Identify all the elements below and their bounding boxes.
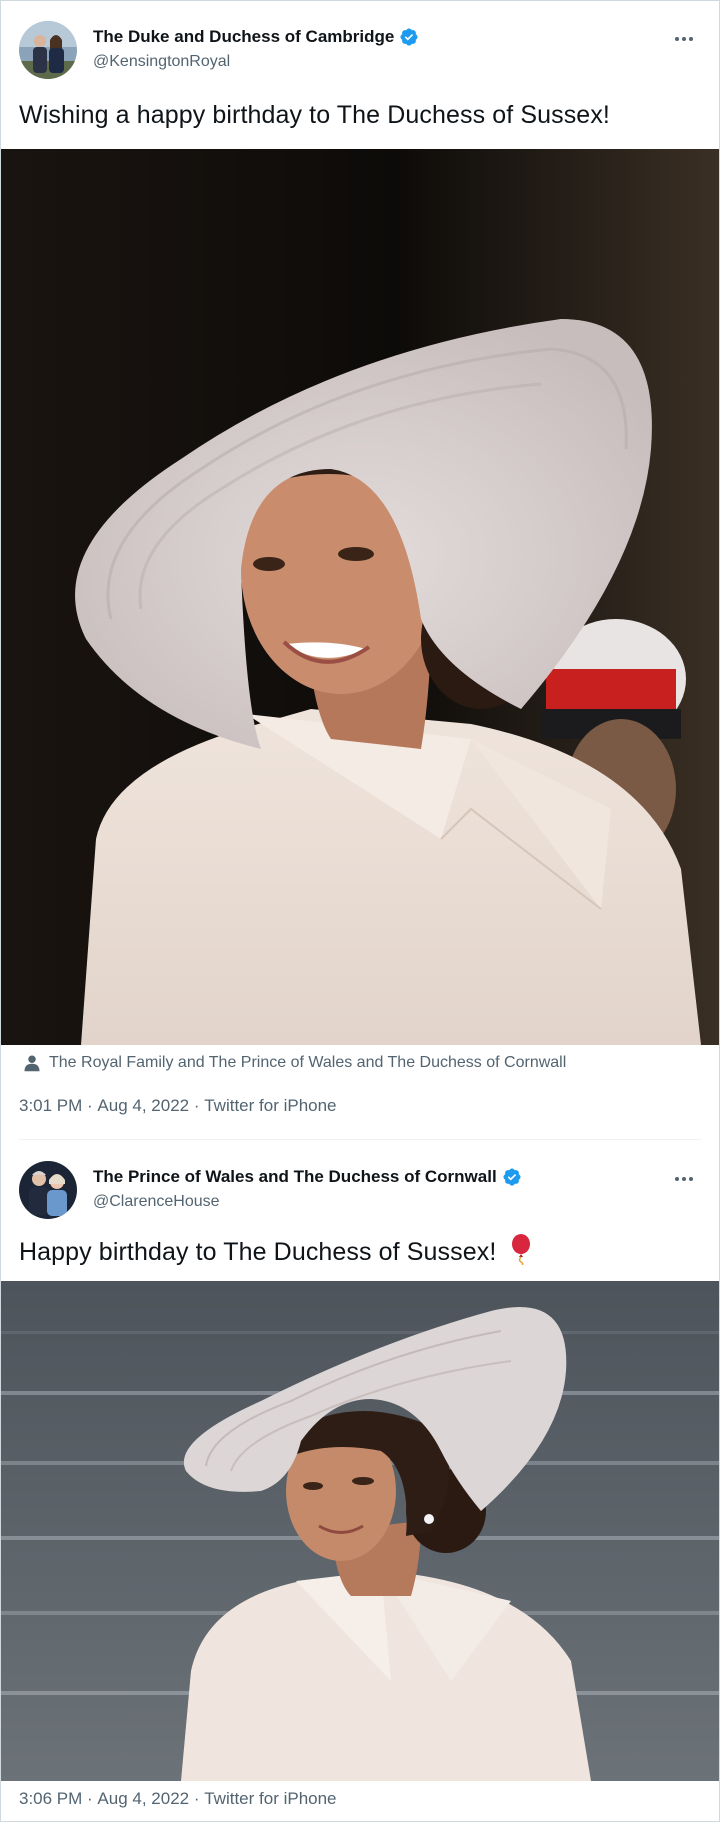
meta-separator: · [189,1096,205,1115]
tweet-header: The Prince of Wales and The Duchess of C… [19,1161,699,1219]
tweet-time: 3:01 PM [19,1096,83,1115]
meta-separator: · [82,1096,98,1115]
person-icon [23,1054,41,1072]
verified-badge-icon [502,1167,522,1187]
tweet-time: 3:06 PM [19,1789,83,1808]
tweet-card[interactable]: The Duke and Duchess of Cambridge @Kensi… [1,1,719,1141]
more-options-icon[interactable] [669,27,699,51]
tweet-source[interactable]: Twitter for iPhone [204,1096,336,1116]
divider [19,1139,701,1140]
tweet-photo[interactable] [1,1281,719,1781]
verified-badge-icon [399,27,419,47]
tagged-users-text: The Royal Family and The Prince of Wales… [49,1054,567,1071]
tweet-source[interactable]: Twitter for iPhone [204,1789,336,1809]
author-name[interactable]: The Duke and Duchess of Cambridge [93,27,394,47]
tweet-text-body: Happy birthday to The Duchess of Sussex! [19,1238,497,1266]
author-name[interactable]: The Prince of Wales and The Duchess of C… [93,1167,497,1187]
tweet-text: Happy birthday to The Duchess of Sussex! [19,1233,534,1272]
avatar[interactable] [19,21,77,79]
tweet-timestamp[interactable]: 3:01 PM · Aug 4, 2022 · Twitter for iPho… [19,1096,337,1116]
tweet-timestamp[interactable]: 3:06 PM · Aug 4, 2022 · Twitter for iPho… [19,1789,337,1809]
meta-separator: · [82,1789,98,1808]
balloon-emoji-icon [508,1233,534,1272]
avatar[interactable] [19,1161,77,1219]
tweet-text: Wishing a happy birthday to The Duchess … [19,101,610,129]
tweet-header: The Duke and Duchess of Cambridge @Kensi… [19,21,699,79]
tweet-photo[interactable] [1,149,719,1045]
tagged-users[interactable]: The Royal Family and The Prince of Wales… [23,1054,566,1072]
author-handle[interactable]: @KensingtonRoyal [93,53,230,71]
timeline-frame: The Duke and Duchess of Cambridge @Kensi… [0,0,720,1822]
meta-separator: · [189,1789,205,1808]
tweet-card[interactable]: The Prince of Wales and The Duchess of C… [1,1141,719,1821]
tweet-date: Aug 4, 2022 [97,1789,190,1808]
more-options-icon[interactable] [669,1167,699,1191]
tweet-date: Aug 4, 2022 [97,1096,190,1115]
author-handle[interactable]: @ClarenceHouse [93,1193,220,1211]
